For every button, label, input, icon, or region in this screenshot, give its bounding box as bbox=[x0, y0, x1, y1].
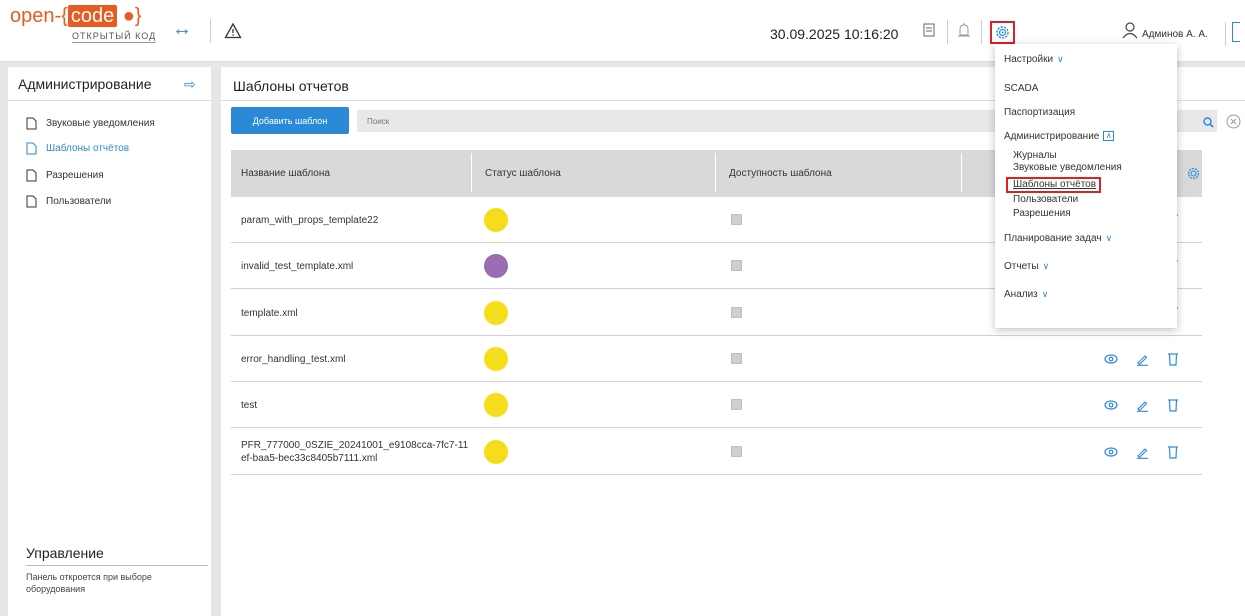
table-row[interactable]: PFR_777000_0SZIE_20241001_e9108cca-7fc7-… bbox=[231, 428, 1202, 475]
view-eye-icon[interactable] bbox=[1104, 399, 1118, 411]
table-row[interactable]: error_handling_test.xml bbox=[231, 336, 1202, 382]
logo[interactable]: open-{code ●} ОТКРЫТЫЙ КОД bbox=[10, 4, 160, 60]
menu-subitem-journals[interactable]: Журналы bbox=[1013, 150, 1057, 161]
sidebar-item-report-templates[interactable]: Шаблоны отчётов bbox=[26, 139, 129, 157]
template-name: PFR_777000_0SZIE_20241001_e9108cca-7fc7-… bbox=[241, 439, 469, 464]
delete-trash-icon[interactable] bbox=[1167, 398, 1179, 412]
menu-item-passport[interactable]: Паспортизация bbox=[1004, 107, 1075, 118]
logo-subtitle: ОТКРЫТЫЙ КОД bbox=[72, 31, 157, 43]
user-icon[interactable] bbox=[1122, 22, 1138, 39]
management-title: Управление bbox=[26, 545, 104, 561]
column-header-status[interactable]: Статус шаблона bbox=[475, 150, 561, 197]
divider bbox=[210, 19, 211, 43]
add-template-button[interactable]: Добавить шаблон bbox=[231, 107, 349, 134]
status-indicator bbox=[484, 439, 508, 464]
column-divider bbox=[961, 153, 962, 192]
document-icon bbox=[26, 169, 37, 181]
menu-subitem-permissions[interactable]: Разрешения bbox=[1013, 208, 1071, 219]
settings-dropdown-menu: Настройки ∨ SCADA Паспортизация Администр… bbox=[995, 44, 1177, 328]
template-name: test bbox=[241, 400, 258, 411]
template-name: param_with_props_template22 bbox=[241, 215, 379, 226]
divider bbox=[981, 20, 982, 44]
menu-subitem-report-templates[interactable]: Шаблоны отчётов bbox=[1013, 179, 1096, 190]
divider bbox=[1225, 22, 1226, 46]
expand-arrows-icon[interactable]: ↔ bbox=[172, 18, 192, 41]
sidebar-item-sound-notifications[interactable]: Звуковые уведомления bbox=[26, 114, 155, 132]
menu-subitem-sound-notifications[interactable]: Звуковые уведомления bbox=[1013, 162, 1122, 173]
divider bbox=[947, 20, 948, 44]
column-header-name[interactable]: Название шаблона bbox=[231, 150, 330, 197]
chevron-down-icon: ∨ bbox=[1041, 289, 1049, 299]
view-eye-icon[interactable] bbox=[1104, 353, 1118, 365]
template-name: invalid_test_template.xml bbox=[241, 261, 354, 272]
menu-item-task-planning[interactable]: Планирование задач ∨ bbox=[1004, 233, 1112, 244]
table-row[interactable]: test bbox=[231, 382, 1202, 428]
menu-item-analysis[interactable]: Анализ ∨ bbox=[1004, 289, 1048, 300]
divider bbox=[8, 100, 211, 101]
menu-item-scada[interactable]: SCADA bbox=[1004, 83, 1038, 94]
column-divider bbox=[471, 153, 472, 192]
view-eye-icon[interactable] bbox=[1104, 446, 1118, 458]
availability-checkbox[interactable] bbox=[731, 353, 742, 364]
page-title: Шаблоны отчетов bbox=[233, 78, 349, 94]
document-icon bbox=[26, 195, 37, 207]
availability-checkbox[interactable] bbox=[731, 214, 742, 225]
availability-checkbox[interactable] bbox=[731, 399, 742, 410]
menu-item-reports[interactable]: Отчеты ∨ bbox=[1004, 261, 1049, 272]
clear-icon[interactable] bbox=[1226, 114, 1241, 129]
column-divider bbox=[715, 153, 716, 192]
calendar-icon[interactable] bbox=[922, 22, 936, 38]
availability-checkbox[interactable] bbox=[731, 306, 742, 318]
sidebar-item-users[interactable]: Пользователи bbox=[26, 192, 111, 210]
chevron-down-icon: ∨ bbox=[1105, 233, 1113, 243]
status-indicator bbox=[484, 300, 508, 325]
status-indicator bbox=[484, 347, 508, 371]
warning-icon[interactable] bbox=[224, 22, 242, 40]
bell-icon[interactable] bbox=[957, 22, 971, 40]
collapse-sidebar-icon[interactable]: ⇨ bbox=[184, 76, 196, 93]
status-indicator bbox=[484, 254, 508, 278]
template-name: error_handling_test.xml bbox=[241, 354, 346, 365]
delete-trash-icon[interactable] bbox=[1167, 445, 1179, 459]
management-hint: Панель откроется при выборе оборудования bbox=[26, 572, 152, 594]
table-settings-gear-icon[interactable] bbox=[1186, 166, 1201, 181]
sidebar: Администрирование ⇨ Звуковые уведомления… bbox=[8, 67, 211, 616]
search-icon[interactable] bbox=[1203, 117, 1214, 128]
availability-checkbox[interactable] bbox=[731, 260, 742, 271]
edit-pencil-icon[interactable] bbox=[1136, 399, 1149, 412]
divider bbox=[26, 565, 208, 566]
user-name[interactable]: Админов А. А. bbox=[1142, 29, 1208, 40]
edit-pencil-icon[interactable] bbox=[1136, 446, 1149, 459]
chevron-down-icon: ∨ bbox=[1042, 261, 1050, 271]
chevron-up-icon: ∧ bbox=[1103, 131, 1115, 142]
exit-icon[interactable] bbox=[1232, 22, 1240, 42]
edit-pencil-icon[interactable] bbox=[1136, 353, 1149, 366]
menu-item-administration[interactable]: Администрирование ∧ bbox=[1004, 131, 1115, 142]
document-icon bbox=[26, 142, 37, 154]
menu-subitem-users[interactable]: Пользователи bbox=[1013, 194, 1078, 205]
status-indicator bbox=[484, 393, 508, 417]
status-indicator bbox=[484, 208, 508, 232]
gear-icon[interactable] bbox=[994, 24, 1011, 41]
menu-item-settings[interactable]: Настройки ∨ bbox=[1004, 54, 1064, 65]
chevron-down-icon: ∨ bbox=[1057, 54, 1064, 64]
sidebar-item-permissions[interactable]: Разрешения bbox=[26, 166, 104, 184]
document-icon bbox=[26, 117, 37, 129]
availability-checkbox[interactable] bbox=[731, 445, 742, 457]
sidebar-title: Администрирование bbox=[18, 76, 152, 92]
datetime: 30.09.2025 10:16:20 bbox=[770, 26, 899, 42]
column-header-availability[interactable]: Доступность шаблона bbox=[719, 150, 832, 197]
delete-trash-icon[interactable] bbox=[1167, 352, 1179, 366]
template-name: template.xml bbox=[241, 307, 298, 319]
